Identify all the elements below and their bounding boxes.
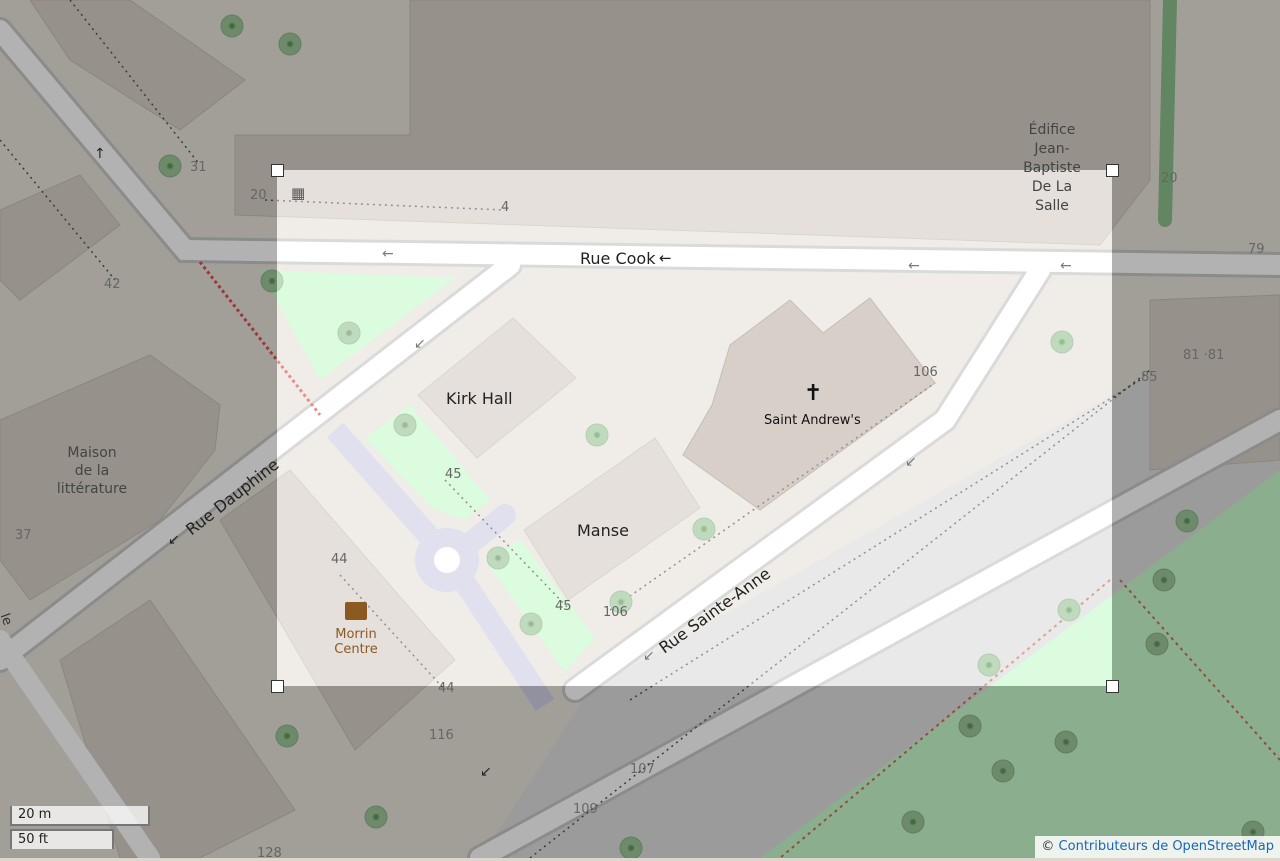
building-label-kirk-hall: Kirk Hall [446, 389, 513, 408]
address-label: 79 [1248, 242, 1265, 257]
selection-area[interactable] [277, 170, 1112, 686]
address-label: 107 [630, 762, 655, 777]
address-label: 116 [429, 728, 454, 743]
address-label: 128 [257, 846, 282, 861]
cross-icon: ✝ [804, 381, 823, 406]
selection-handle-top-right[interactable] [1106, 164, 1119, 177]
arrow-left-icon: ← [659, 249, 672, 267]
scale-bar-metric: 20 m [10, 806, 150, 826]
selection-handle-top-left[interactable] [271, 164, 284, 177]
address-label: 20 [1161, 171, 1178, 186]
address-label: 4 [501, 200, 510, 215]
library-icon [345, 602, 367, 620]
attribution-link[interactable]: Contributeurs de OpenStreetMap [1059, 839, 1274, 854]
copyright-icon: © [1041, 839, 1055, 854]
address-label: 45 [555, 599, 572, 614]
address-label: 109 [573, 802, 598, 817]
building-label-maison: Maison de la littérature [56, 445, 128, 497]
road-label-rue-cook: Rue Cook [580, 249, 656, 268]
selection-handle-bottom-left[interactable] [271, 680, 284, 693]
address-label: 106 [603, 605, 628, 620]
scale-bar-imperial: 50 ft [10, 829, 114, 849]
address-label: 20 [250, 188, 267, 203]
address-label: 42 [104, 277, 121, 292]
building-grid-icon: ▦ [291, 184, 305, 202]
place-label-morrin[interactable]: Morrin Centre [326, 627, 386, 657]
address-label: 44 [438, 681, 455, 696]
address-label: 81 ·81 [1183, 348, 1225, 363]
address-label: 106 [913, 365, 938, 380]
address-label: 31 [190, 160, 207, 175]
address-label: 85 [1141, 370, 1158, 385]
building-label-manse: Manse [577, 521, 629, 540]
place-label-church[interactable]: Saint Andrew's [764, 413, 861, 428]
attribution: © Contributeurs de OpenStreetMap [1035, 836, 1280, 858]
selection-handle-bottom-right[interactable] [1106, 680, 1119, 693]
address-label: 45 [445, 467, 462, 482]
building-label-edifice: Édifice Jean- Baptiste De La Salle [1023, 122, 1081, 214]
address-label: 44 [331, 552, 348, 567]
address-label: 37 [15, 528, 32, 543]
